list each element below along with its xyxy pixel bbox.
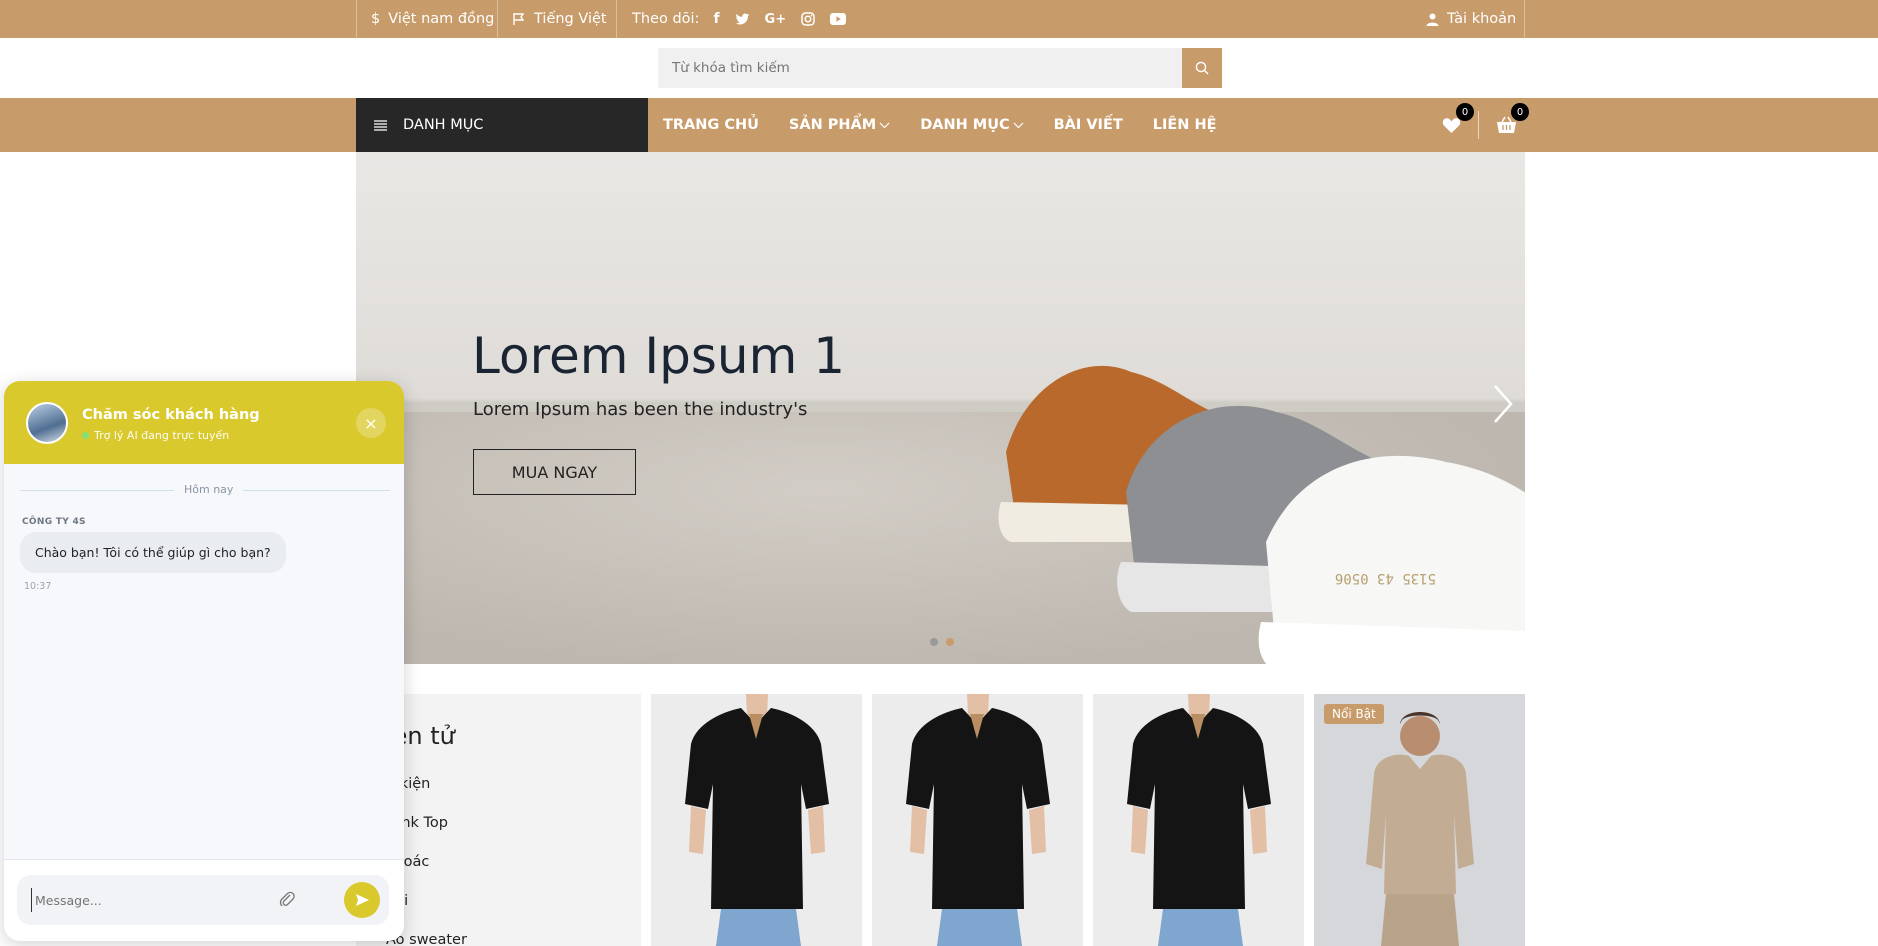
product-card[interactable] [872, 694, 1083, 946]
chat-footer [4, 859, 404, 941]
message-time: 10:37 [24, 581, 52, 592]
main-nav: DANH MỤC TRANG CHỦ SẢN PHẨM DANH MỤC BÀI… [0, 98, 1878, 152]
cart-button[interactable]: 0 [1493, 103, 1529, 138]
send-icon [355, 894, 369, 906]
hero-slider: 5135 43 0506 Lorem Ipsum 1 Lorem Ipsum h… [356, 152, 1525, 664]
slider-next-button[interactable] [1493, 384, 1513, 428]
chevron-right-icon [1494, 385, 1513, 423]
hoodie-image [1314, 694, 1525, 946]
nav-home[interactable]: TRANG CHỦ [663, 117, 759, 133]
language-label: Tiếng Việt [534, 11, 607, 27]
chat-widget: Chăm sóc khách hàng Trợ lý AI đang trực … [4, 381, 404, 941]
chat-status: Trợ lý AI đang trực tuyến [82, 429, 229, 442]
nav-contact-label: LIÊN HỆ [1152, 117, 1217, 133]
polo-shirt-image [1093, 694, 1304, 946]
search-input[interactable] [658, 48, 1182, 88]
nav-contact[interactable]: LIÊN HỆ [1153, 117, 1217, 133]
chevron-down-icon [1013, 122, 1024, 128]
hero-subtitle: Lorem Ipsum has been the industry's [473, 399, 808, 420]
nav-links: TRANG CHỦ SẢN PHẨM DANH MỤC BÀI VIẾT LIÊ… [663, 98, 1217, 152]
currency-label: Việt nam đồng [388, 11, 495, 27]
product-card[interactable] [651, 694, 862, 946]
featured-badge: Nổi Bật [1324, 704, 1384, 724]
message-sender: CÔNG TY 4S [22, 517, 86, 527]
product-card-featured[interactable]: Nổi Bật [1314, 694, 1525, 946]
send-button[interactable] [344, 882, 380, 918]
user-icon [1426, 13, 1439, 26]
chat-header: Chăm sóc khách hàng Trợ lý AI đang trực … [4, 381, 404, 464]
wishlist-count-badge: 0 [1456, 103, 1474, 121]
dollar-icon: $ [371, 11, 381, 27]
search-icon [1195, 61, 1209, 75]
attach-button[interactable] [279, 890, 295, 912]
polo-shirt-image [651, 694, 862, 946]
twitter-icon[interactable] [735, 12, 750, 26]
nav-blog[interactable]: BÀI VIẾT [1054, 117, 1123, 133]
cart-count-badge: 0 [1511, 103, 1529, 121]
sneakers-image: 5135 43 0506 [998, 365, 1525, 664]
social-follow: Theo dõi: f G+ [632, 0, 847, 38]
search-button[interactable] [1182, 48, 1222, 88]
currency-selector[interactable]: $ Việt nam đồng [371, 0, 494, 38]
buy-now-button[interactable]: MUA NGAY [473, 449, 636, 495]
close-chat-button[interactable]: × [356, 408, 386, 438]
search-bar [658, 48, 1222, 88]
nav-blog-label: BÀI VIẾT [1053, 117, 1123, 133]
divider [616, 0, 617, 38]
online-status-dot [82, 432, 89, 439]
wishlist-button[interactable]: 0 [1438, 103, 1474, 138]
hero-title: Lorem Ipsum 1 [472, 327, 846, 385]
follow-label: Theo dõi: [632, 11, 700, 27]
paperclip-icon [279, 891, 295, 907]
top-bar: $ Việt nam đồng Tiếng Việt Theo dõi: f G… [0, 0, 1878, 38]
instagram-icon[interactable] [801, 12, 815, 26]
nav-products[interactable]: SẢN PHẨM [789, 117, 890, 133]
chat-title: Chăm sóc khách hàng [82, 407, 260, 423]
nav-home-label: TRANG CHỦ [663, 117, 759, 133]
message-composer [17, 875, 389, 925]
nav-actions: 0 0 [1438, 98, 1529, 152]
categories-menu-button[interactable]: DANH MỤC [356, 98, 648, 152]
categories-menu-label: DANH MỤC [403, 117, 484, 133]
nav-categories[interactable]: DANH MỤC [920, 117, 1024, 133]
slider-dot[interactable] [930, 638, 938, 646]
day-label: Hôm nay [174, 483, 244, 496]
avatar [26, 402, 68, 444]
slider-dots [930, 638, 954, 646]
chat-status-label: Trợ lý AI đang trực tuyến [94, 429, 230, 442]
heart-icon [1442, 117, 1460, 133]
language-selector[interactable]: Tiếng Việt [512, 0, 607, 38]
nav-products-label: SẢN PHẨM [788, 117, 877, 133]
divider [1478, 111, 1479, 139]
divider [497, 0, 498, 38]
flag-icon [513, 13, 525, 25]
chevron-down-icon [879, 122, 890, 128]
polo-shirt-image [872, 694, 1083, 946]
close-icon: × [364, 413, 378, 433]
slider-dot-active[interactable] [946, 638, 954, 646]
facebook-icon[interactable]: f [713, 11, 719, 27]
top-bar-inner: $ Việt nam đồng Tiếng Việt Theo dõi: f G… [356, 0, 1525, 38]
account-link[interactable]: Tài khoản [1426, 0, 1516, 38]
google-plus-icon[interactable]: G+ [765, 12, 787, 27]
youtube-icon[interactable] [830, 13, 847, 25]
product-card[interactable] [1093, 694, 1304, 946]
message-bubble: Chào bạn! Tôi có thể giúp gì cho bạn? [20, 532, 286, 573]
nav-categories-label: DANH MỤC [920, 117, 1010, 133]
hamburger-icon [374, 119, 387, 131]
svg-text:5135 43 0506: 5135 43 0506 [1335, 570, 1436, 586]
message-input[interactable] [31, 888, 301, 912]
account-label: Tài khoản [1447, 11, 1517, 27]
